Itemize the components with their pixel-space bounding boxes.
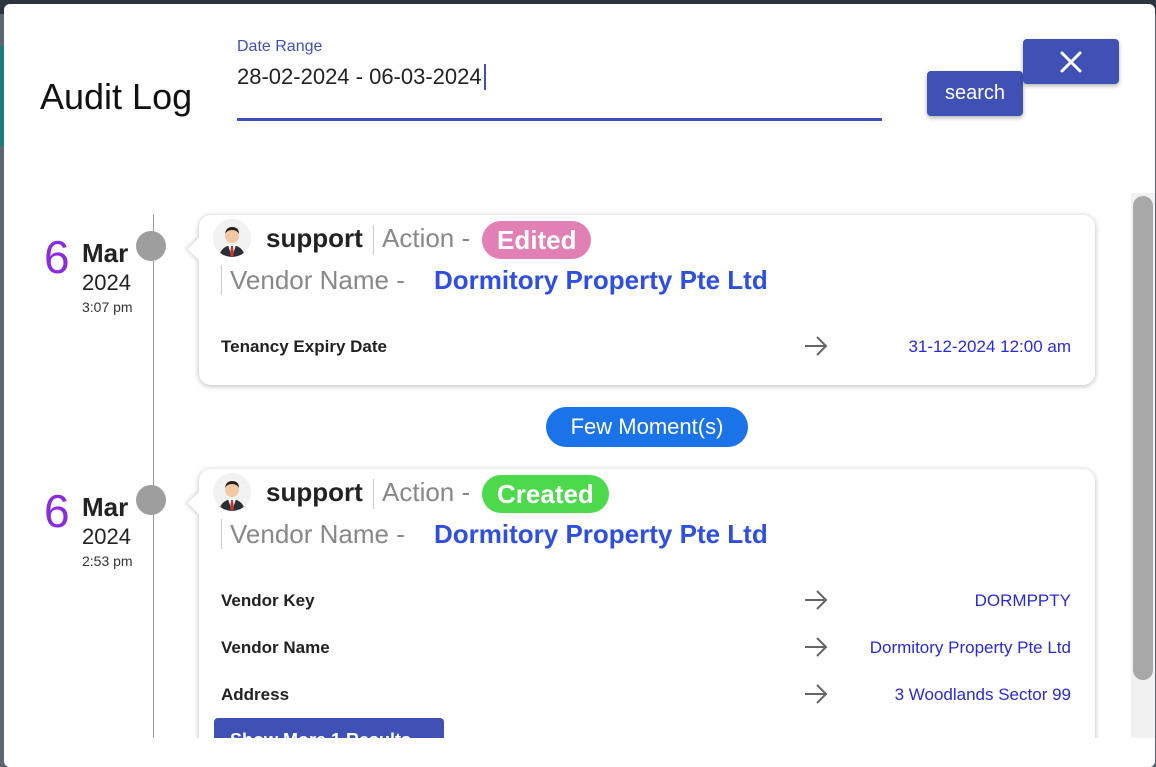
audit-log-dialog: Audit Log Date Range 28-02-2024 - 06-03-…	[4, 4, 1155, 767]
entry-year: 2024	[82, 524, 131, 549]
entry-day: 6	[44, 485, 70, 537]
action-badge: Edited	[482, 221, 592, 259]
arrow-right-icon	[805, 637, 828, 657]
vendor-name-value: Dormitory Property Pte Ltd	[434, 519, 768, 549]
divider	[373, 479, 374, 509]
entry-user: support	[266, 223, 363, 253]
entry-time: 3:07 pm	[82, 299, 133, 315]
search-button[interactable]: search	[927, 71, 1023, 116]
action-badge: Created	[482, 475, 609, 513]
entry-year: 2024	[82, 270, 131, 295]
card-pointer	[187, 491, 211, 515]
arrow-right-icon	[805, 590, 828, 610]
field-name: Vendor Name	[221, 638, 330, 657]
arrow-right-icon	[805, 336, 828, 356]
avatar	[213, 219, 251, 257]
avatar	[213, 473, 251, 511]
entry-day: 6	[44, 231, 70, 283]
close-button[interactable]	[1023, 39, 1119, 84]
action-label: Action -	[382, 223, 471, 253]
date-range-field[interactable]: Date Range 28-02-2024 - 06-03-2024	[237, 38, 882, 122]
scrollbar-thumb[interactable]	[1133, 196, 1153, 680]
field-value: 31-12-2024 12:00 am	[908, 337, 1071, 356]
entry-user: support	[266, 477, 363, 507]
timeline-dot	[136, 231, 166, 261]
arrow-right-icon	[805, 684, 828, 704]
divider	[221, 519, 222, 549]
field-name: Address	[221, 685, 290, 704]
user-avatar-icon	[213, 219, 251, 257]
field-name: Vendor Key	[221, 591, 315, 610]
action-label: Action -	[382, 477, 471, 507]
change-row: Tenancy Expiry Date 31-12-2024 12:00 am	[221, 331, 1071, 361]
date-range-input[interactable]: 28-02-2024 - 06-03-2024	[237, 64, 486, 90]
user-avatar-icon	[213, 473, 251, 511]
field-value: Dormitory Property Pte Ltd	[869, 638, 1071, 657]
divider	[373, 225, 374, 255]
vendor-name-value: Dormitory Property Pte Ltd	[434, 265, 768, 295]
vendor-name-label: Vendor Name -	[230, 265, 405, 295]
vendor-name-label: Vendor Name -	[230, 519, 405, 549]
divider	[221, 265, 222, 295]
change-row: Address 3 Woodlands Sector 99	[221, 679, 1071, 709]
entry-month: Mar	[82, 492, 129, 522]
entry-time: 2:53 pm	[82, 553, 133, 569]
date-range-underline	[237, 118, 882, 121]
timeline-line	[153, 214, 154, 744]
dialog-title: Audit Log	[40, 76, 193, 117]
date-range-label: Date Range	[237, 38, 323, 55]
field-value: 3 Woodlands Sector 99	[894, 685, 1071, 704]
field-name: Tenancy Expiry Date	[221, 337, 387, 356]
field-value: DORMPPTY	[974, 591, 1071, 610]
audit-entry-card: support Action - Edited Vendor Name - Do…	[187, 215, 1095, 385]
card-pointer	[187, 237, 211, 261]
time-separator-pill: Few Moment(s)	[546, 407, 748, 447]
dialog-footer	[4, 738, 1155, 767]
change-row: Vendor Key DORMPPTY	[221, 585, 1071, 615]
change-row: Vendor Name Dormitory Property Pte Ltd	[221, 632, 1071, 662]
timeline-dot	[136, 485, 166, 515]
entry-month: Mar	[82, 238, 129, 268]
close-icon	[1060, 51, 1082, 72]
